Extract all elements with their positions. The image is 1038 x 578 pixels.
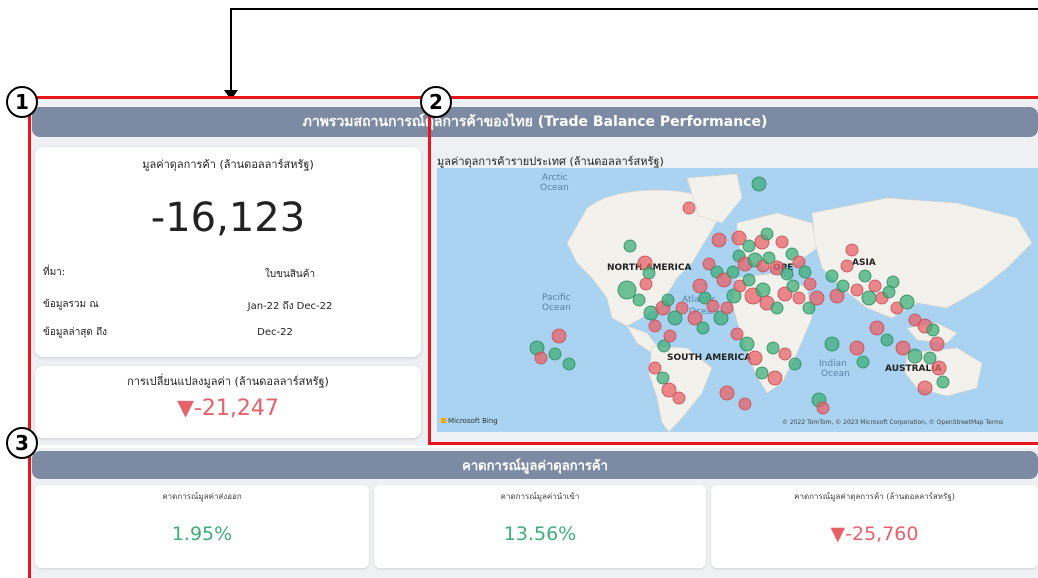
- section-3-frame: [28, 445, 1038, 578]
- section-2-frame: [428, 96, 1038, 445]
- annotation-connector-horizontal: [230, 8, 1038, 10]
- section-2-badge: 2: [420, 86, 452, 118]
- section-3-badge: 3: [6, 427, 38, 459]
- section-1-badge: 1: [6, 86, 38, 118]
- annotation-connector-vertical: [230, 8, 232, 92]
